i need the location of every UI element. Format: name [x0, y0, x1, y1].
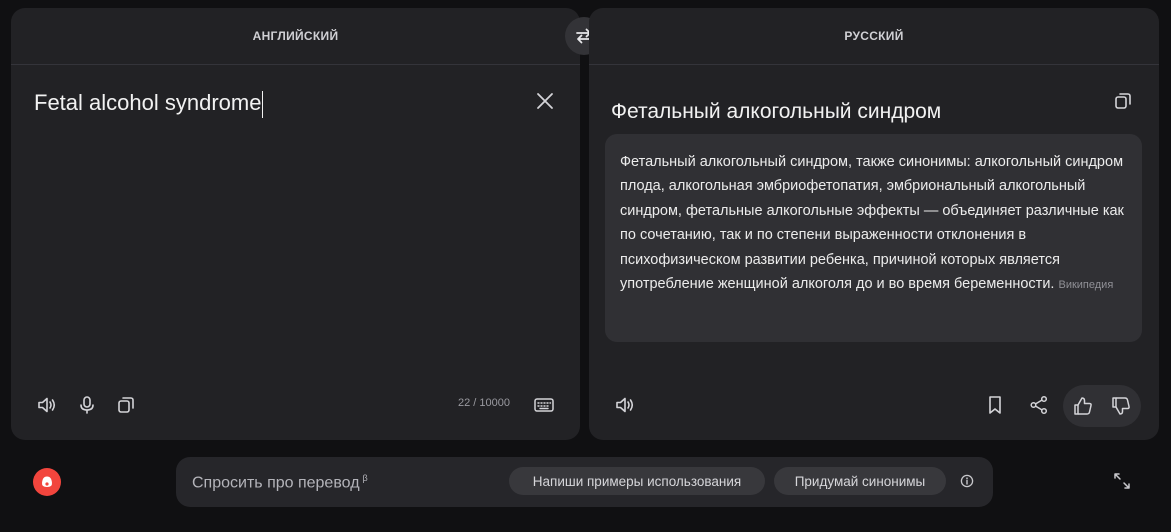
virtual-keyboard-button[interactable]: [530, 391, 558, 419]
source-text-input[interactable]: Fetal alcohol syndrome: [34, 90, 264, 118]
copy-icon: [1115, 93, 1131, 109]
share-icon: [1030, 395, 1048, 415]
microphone-icon: [80, 396, 94, 414]
speaker-icon: [616, 397, 634, 413]
expand-icon: [1114, 473, 1130, 489]
target-language-selector[interactable]: РУССКИЙ: [589, 8, 1159, 65]
bookmark-icon: [989, 396, 1001, 414]
share-button[interactable]: [1025, 391, 1053, 419]
source-panel: АНГЛИЙСКИЙ Fetal alcohol syndrome 22 / 1…: [11, 8, 580, 440]
source-copy-button[interactable]: [112, 391, 140, 419]
source-speak-button[interactable]: [33, 391, 61, 419]
translation-copy-button[interactable]: [1113, 91, 1133, 111]
info-button[interactable]: [960, 474, 974, 488]
source-language-label: АНГЛИЙСКИЙ: [252, 29, 339, 43]
translation-text: Фетальный алкогольный синдром: [611, 100, 942, 123]
source-language-selector[interactable]: АНГЛИЙСКИЙ: [11, 8, 580, 65]
close-icon: [537, 93, 553, 109]
copy-icon: [118, 397, 134, 413]
bookmark-button[interactable]: [981, 391, 1009, 419]
character-counter: 22 / 10000: [458, 397, 510, 409]
wikipedia-definition-card: Фетальный алкогольный синдром, также син…: [605, 134, 1142, 342]
target-panel: РУССКИЙ Фетальный алкогольный синдром Фе…: [589, 8, 1159, 440]
like-button[interactable]: [1069, 392, 1097, 420]
voice-input-button[interactable]: [73, 391, 101, 419]
thumbs-up-icon: [1074, 397, 1092, 415]
assistant-bar: Спросить про перевод β Напиши примеры исп…: [11, 449, 1159, 521]
alice-logo-icon: [41, 476, 53, 487]
chip-usage-examples[interactable]: Напиши примеры использования: [509, 467, 765, 495]
dislike-button[interactable]: [1107, 392, 1135, 420]
expand-button[interactable]: [1111, 470, 1133, 492]
beta-badge: β: [362, 473, 368, 483]
translation-speak-button[interactable]: [611, 391, 639, 419]
thumbs-down-icon: [1112, 397, 1130, 415]
keyboard-icon: [534, 398, 554, 412]
alice-assistant-button[interactable]: [33, 468, 61, 496]
ask-about-translation-input[interactable]: Спросить про перевод β Напиши примеры исп…: [176, 457, 993, 507]
target-language-label: РУССКИЙ: [844, 29, 904, 43]
wikipedia-definition-text: Фетальный алкогольный синдром, также син…: [620, 154, 1124, 293]
clear-text-button[interactable]: [534, 90, 556, 112]
feedback-group: [1063, 385, 1141, 427]
source-text-value: Fetal alcohol syndrome: [34, 90, 262, 115]
chip-synonyms[interactable]: Придумай синонимы: [774, 467, 946, 495]
info-icon: [960, 474, 974, 488]
wikipedia-source-link[interactable]: Википедия: [1058, 279, 1113, 291]
ask-placeholder: Спросить про перевод β: [192, 473, 368, 492]
speaker-icon: [38, 397, 56, 413]
text-caret: [262, 90, 264, 118]
